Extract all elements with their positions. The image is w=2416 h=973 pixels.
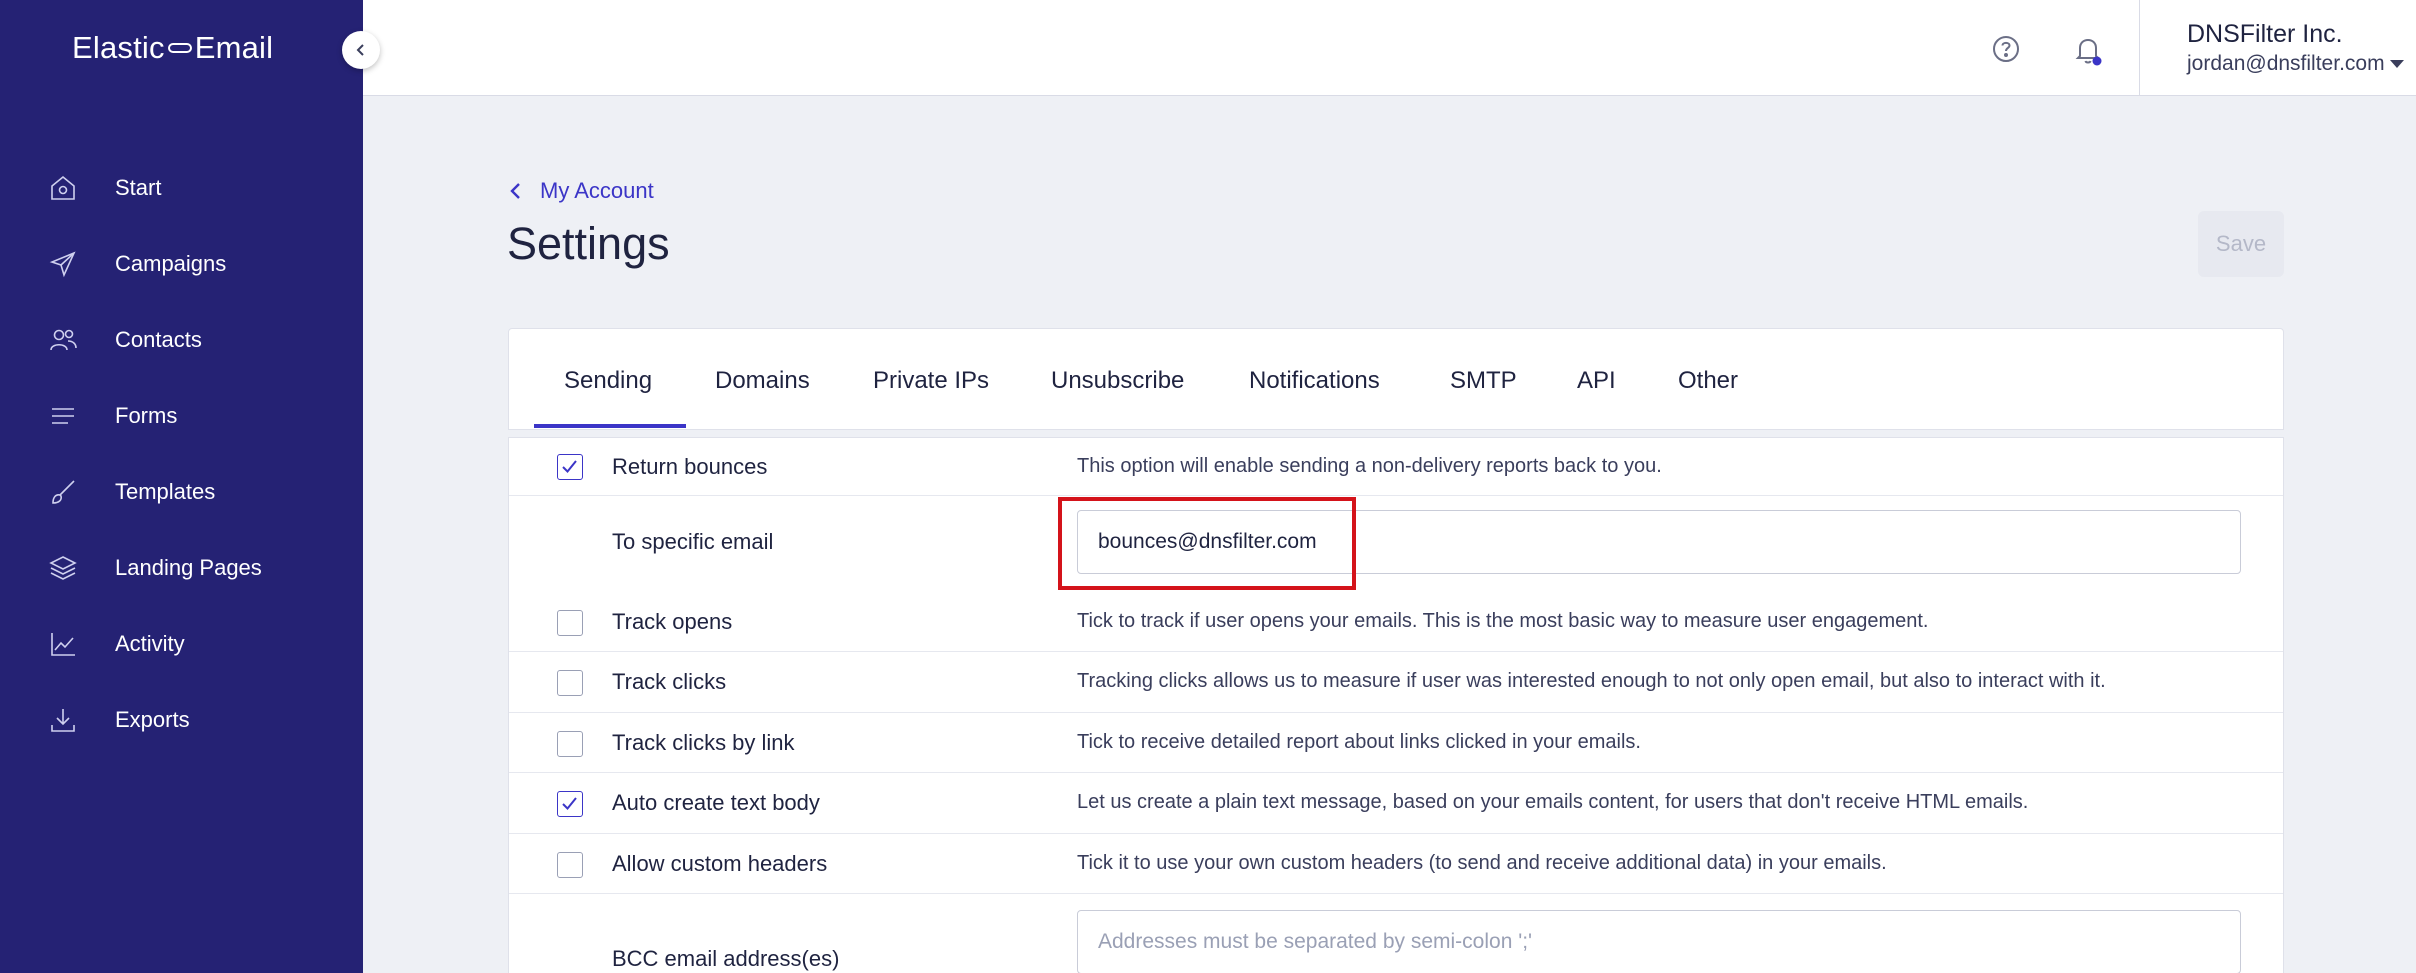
auto-text-body-desc: Let us create a plain text message, base…	[1077, 791, 2029, 813]
tab-api[interactable]: API	[1577, 367, 1616, 395]
bcc-input[interactable]: Addresses must be separated by semi-colo…	[1077, 910, 2241, 973]
track-clicks-by-link-checkbox[interactable]	[557, 731, 583, 757]
sidebar-item-label: Landing Pages	[115, 555, 262, 580]
sidebar-item-contacts[interactable]: Contacts	[0, 302, 363, 378]
sidebar-item-forms[interactable]: Forms	[0, 378, 363, 454]
tab-other[interactable]: Other	[1678, 367, 1738, 395]
track-opens-desc: Tick to track if user opens your emails.…	[1077, 610, 1929, 632]
back-link-label: My Account	[540, 178, 654, 203]
return-bounces-desc: This option will enable sending a non-de…	[1077, 455, 1662, 477]
setting-row-track-clicks: Track clicks Tracking clicks allows us t…	[509, 652, 2283, 713]
sidebar-item-templates[interactable]: Templates	[0, 454, 363, 530]
lines-icon	[52, 408, 74, 424]
tabs-bar: Sending Domains Private IPs Unsubscribe …	[508, 328, 2284, 430]
chevron-left-icon	[356, 44, 364, 56]
track-clicks-checkbox[interactable]	[557, 670, 583, 696]
sidebar-item-label: Start	[115, 175, 162, 200]
track-opens-label: Track opens	[612, 609, 733, 634]
track-clicks-desc: Tracking clicks allows us to measure if …	[1077, 670, 2106, 692]
setting-row-return-bounces: Return bounces This option will enable s…	[509, 438, 2283, 496]
specific-email-label: To specific email	[612, 529, 774, 554]
sidebar-item-label: Templates	[115, 479, 216, 504]
chevron-left-icon	[510, 183, 520, 199]
paper-plane-icon	[49, 251, 76, 278]
track-opens-checkbox[interactable]	[557, 610, 583, 636]
brand-logo[interactable]: Elastic Email	[72, 30, 273, 66]
sidebar-nav: Start Campaigns Contacts Forms Templates…	[0, 150, 363, 758]
setting-row-specific-email: To specific email bounces@dnsfilter.com	[509, 496, 2283, 592]
custom-headers-checkbox[interactable]	[557, 852, 583, 878]
setting-row-bcc: BCC email address(es) Addresses must be …	[509, 894, 2283, 973]
track-clicks-by-link-desc: Tick to receive detailed report about li…	[1077, 731, 1641, 753]
active-tab-indicator	[534, 424, 686, 428]
sidebar-item-activity[interactable]: Activity	[0, 606, 363, 682]
link-icon	[167, 43, 192, 53]
sending-settings: Return bounces This option will enable s…	[508, 437, 2284, 973]
sidebar-item-label: Activity	[115, 631, 185, 656]
bell-icon[interactable]	[2072, 33, 2104, 67]
sidebar-item-start[interactable]: Start	[0, 150, 363, 226]
specific-email-input[interactable]: bounces@dnsfilter.com	[1077, 510, 2241, 574]
sidebar-item-label: Exports	[115, 707, 190, 732]
checkmark-icon	[562, 460, 577, 473]
setting-row-custom-headers: Allow custom headers Tick it to use your…	[509, 834, 2283, 894]
tab-private-ips[interactable]: Private IPs	[873, 367, 989, 395]
help-icon[interactable]	[1990, 33, 2022, 65]
track-clicks-by-link-label: Track clicks by link	[612, 730, 795, 755]
chevron-down-icon[interactable]	[2390, 60, 2404, 68]
home-icon	[51, 175, 75, 200]
setting-row-track-opens: Track opens Tick to track if user opens …	[509, 592, 2283, 652]
sidebar-item-exports[interactable]: Exports	[0, 682, 363, 758]
custom-headers-label: Allow custom headers	[612, 851, 828, 876]
header-divider	[2139, 0, 2140, 96]
users-icon	[50, 329, 77, 351]
org-name[interactable]: DNSFilter Inc.	[2187, 20, 2343, 49]
chart-icon	[51, 633, 75, 656]
track-clicks-label: Track clicks	[612, 669, 727, 694]
layers-icon	[49, 556, 77, 580]
back-link-my-account[interactable]: My Account	[508, 178, 654, 204]
return-bounces-checkbox[interactable]	[557, 454, 583, 480]
return-bounces-label: Return bounces	[612, 454, 768, 479]
download-icon	[51, 709, 75, 732]
tab-sending[interactable]: Sending	[564, 367, 652, 395]
user-email[interactable]: jordan@dnsfilter.com	[2187, 52, 2385, 76]
tab-smtp[interactable]: SMTP	[1450, 367, 1517, 395]
brand-text-right: Email	[194, 30, 274, 65]
brush-icon	[52, 480, 75, 504]
brand-text-left: Elastic	[72, 30, 165, 65]
setting-row-auto-text-body: Auto create text body Let us create a pl…	[509, 773, 2283, 834]
top-bar: DNSFilter Inc. jordan@dnsfilter.com	[363, 0, 2416, 96]
setting-row-track-clicks-by-link: Track clicks by link Tick to receive det…	[509, 713, 2283, 773]
save-button[interactable]: Save	[2198, 211, 2284, 277]
tab-notifications[interactable]: Notifications	[1249, 367, 1380, 395]
sidebar-collapse-button[interactable]	[342, 31, 380, 69]
sidebar-item-campaigns[interactable]: Campaigns	[0, 226, 363, 302]
sidebar: Elastic Email Start Campaigns Contacts F…	[0, 0, 363, 973]
page-title: Settings	[507, 218, 670, 269]
sidebar-item-label: Campaigns	[115, 251, 227, 276]
bcc-label: BCC email address(es)	[612, 946, 840, 971]
sidebar-item-label: Contacts	[115, 327, 202, 352]
checkmark-icon	[562, 797, 577, 810]
tab-domains[interactable]: Domains	[715, 367, 810, 395]
sidebar-item-label: Forms	[115, 403, 178, 428]
sidebar-item-landing-pages[interactable]: Landing Pages	[0, 530, 363, 606]
tab-unsubscribe[interactable]: Unsubscribe	[1051, 367, 1184, 395]
custom-headers-desc: Tick it to use your own custom headers (…	[1077, 852, 1887, 874]
auto-text-body-label: Auto create text body	[612, 790, 820, 815]
auto-text-body-checkbox[interactable]	[557, 791, 583, 817]
